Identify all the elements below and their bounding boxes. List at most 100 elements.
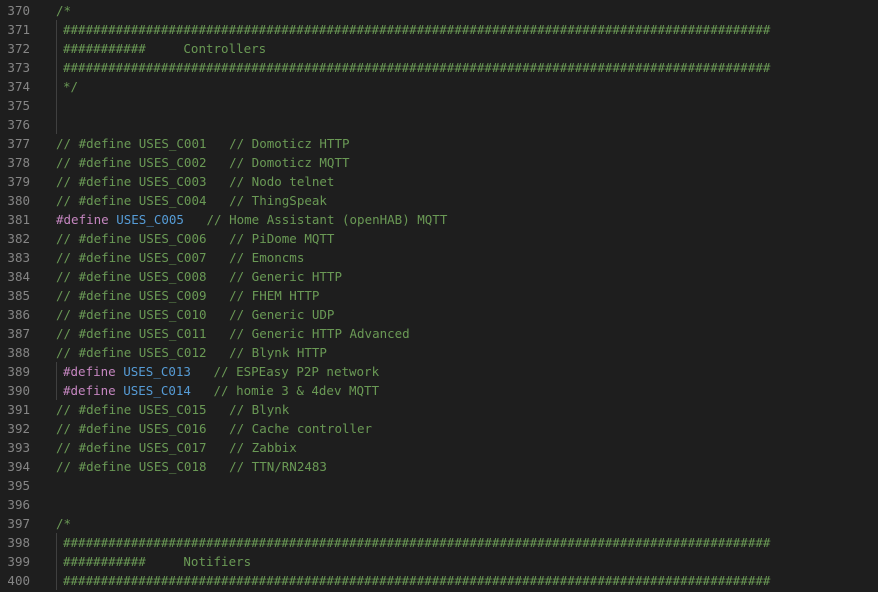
comment-token: // #define USES_C011 // Generic HTTP Adv… <box>56 326 410 341</box>
comment-token: // #define USES_C016 // Cache controller <box>56 421 373 436</box>
indent-guide <box>56 20 57 39</box>
indent-guide <box>56 362 57 381</box>
code-line[interactable]: 387 // #define USES_C011 // Generic HTTP … <box>0 324 878 343</box>
code-line[interactable]: 370 /* <box>0 1 878 20</box>
code-line[interactable]: 394 // #define USES_C018 // TTN/RN2483 <box>0 457 878 476</box>
code-text: // #define USES_C017 // Zabbix <box>56 438 297 457</box>
code-line[interactable]: 376 <box>0 115 878 134</box>
line-number: 390 <box>7 383 30 398</box>
code-line[interactable]: 371 #####################################… <box>0 20 878 39</box>
code-text: #define USES_C005 // Home Assistant (ope… <box>56 210 447 229</box>
code-line[interactable]: 398 #####################################… <box>0 533 878 552</box>
line-number: 400 <box>7 573 30 588</box>
code-editor[interactable]: 370 /* 371 ################################… <box>0 0 878 592</box>
code-line[interactable]: 383 // #define USES_C007 // Emoncms <box>0 248 878 267</box>
line-number: 389 <box>7 364 30 379</box>
comment-token: // #define USES_C012 // Blynk HTTP <box>56 345 327 360</box>
code-line[interactable]: 381 #define USES_C005 // Home Assistant (… <box>0 210 878 229</box>
code-text: // #define USES_C009 // FHEM HTTP <box>56 286 319 305</box>
code-line[interactable]: 389 #define USES_C013 // ESPEasy P2P netw… <box>0 362 878 381</box>
line-number: 375 <box>7 98 30 113</box>
line-number: 384 <box>7 269 30 284</box>
code-line[interactable]: 372 ########### Controllers <box>0 39 878 58</box>
comment-token: ########################################… <box>63 535 771 550</box>
code-line[interactable]: 373 #####################################… <box>0 58 878 77</box>
comment-token: // #define USES_C018 // TTN/RN2483 <box>56 459 327 474</box>
indent-guide <box>56 39 57 58</box>
code-text: // #define USES_C010 // Generic UDP <box>56 305 334 324</box>
line-number: 386 <box>7 307 30 322</box>
code-line[interactable]: 391 // #define USES_C015 // Blynk <box>0 400 878 419</box>
line-number: 373 <box>7 60 30 75</box>
code-line[interactable]: 377 // #define USES_C001 // Domoticz HTTP <box>0 134 878 153</box>
indent-guide <box>56 381 57 400</box>
code-line[interactable]: 378 // #define USES_C002 // Domoticz MQTT <box>0 153 878 172</box>
comment-token: // homie 3 & 4dev MQTT <box>213 383 380 398</box>
code-line[interactable]: 396 <box>0 495 878 514</box>
comment-token: // #define USES_C002 // Domoticz MQTT <box>56 155 350 170</box>
comment-token: // #define USES_C001 // Domoticz HTTP <box>56 136 350 151</box>
code-line[interactable]: 395 <box>0 476 878 495</box>
code-line[interactable]: 390 #define USES_C014 // homie 3 & 4dev M… <box>0 381 878 400</box>
code-text: // #define USES_C018 // TTN/RN2483 <box>56 457 327 476</box>
code-line[interactable]: 397 /* <box>0 514 878 533</box>
code-text: // #define USES_C016 // Cache controller <box>56 419 372 438</box>
code-line[interactable]: 380 // #define USES_C004 // ThingSpeak <box>0 191 878 210</box>
code-text: /* <box>56 1 71 20</box>
line-number: 377 <box>7 136 30 151</box>
code-line[interactable]: 375 <box>0 96 878 115</box>
line-number: 376 <box>7 117 30 132</box>
code-text: // #define USES_C008 // Generic HTTP <box>56 267 342 286</box>
line-number: 383 <box>7 250 30 265</box>
code-line[interactable]: 374 */ <box>0 77 878 96</box>
code-text: ########################################… <box>63 571 770 590</box>
comment-token: // #define USES_C009 // FHEM HTTP <box>56 288 320 303</box>
line-number: 396 <box>7 497 30 512</box>
code-line[interactable]: 399 ########### Notifiers <box>0 552 878 571</box>
line-number: 392 <box>7 421 30 436</box>
code-line[interactable]: 379 // #define USES_C003 // Nodo telnet <box>0 172 878 191</box>
code-text: ########################################… <box>63 533 770 552</box>
indent-guide <box>56 571 57 590</box>
comment-token: // #define USES_C008 // Generic HTTP <box>56 269 342 284</box>
line-number: 393 <box>7 440 30 455</box>
code-text: #define USES_C013 // ESPEasy P2P network <box>63 362 379 381</box>
code-line[interactable]: 392 // #define USES_C016 // Cache control… <box>0 419 878 438</box>
indent-guide <box>56 115 57 134</box>
line-number: 372 <box>7 41 30 56</box>
code-text: /* <box>56 514 71 533</box>
line-number: 387 <box>7 326 30 341</box>
code-text: // #define USES_C007 // Emoncms <box>56 248 304 267</box>
line-number: 385 <box>7 288 30 303</box>
comment-token: // #define USES_C004 // ThingSpeak <box>56 193 327 208</box>
line-number: 371 <box>7 22 30 37</box>
comment-token: /* <box>56 3 72 18</box>
line-number: 374 <box>7 79 30 94</box>
code-line[interactable]: 386 // #define USES_C010 // Generic UDP <box>0 305 878 324</box>
code-line[interactable]: 393 // #define USES_C017 // Zabbix <box>0 438 878 457</box>
code-text: ########################################… <box>63 58 770 77</box>
comment-token: // #define USES_C003 // Nodo telnet <box>56 174 335 189</box>
comment-token: // #define USES_C015 // Blynk <box>56 402 290 417</box>
code-line[interactable]: 400 #####################################… <box>0 571 878 590</box>
line-number: 397 <box>7 516 30 531</box>
preprocessor-directive: #define <box>63 364 116 379</box>
code-line[interactable]: 388 // #define USES_C012 // Blynk HTTP <box>0 343 878 362</box>
code-text: // #define USES_C006 // PiDome MQTT <box>56 229 334 248</box>
comment-token: */ <box>63 79 79 94</box>
code-line[interactable]: 384 // #define USES_C008 // Generic HTTP <box>0 267 878 286</box>
code-line[interactable]: 382 // #define USES_C006 // PiDome MQTT <box>0 229 878 248</box>
line-number: 382 <box>7 231 30 246</box>
indent-guide <box>56 77 57 96</box>
code-text: // #define USES_C004 // ThingSpeak <box>56 191 327 210</box>
macro-name: USES_C005 <box>116 212 184 227</box>
code-line[interactable]: 385 // #define USES_C009 // FHEM HTTP <box>0 286 878 305</box>
line-number: 379 <box>7 174 30 189</box>
comment-token: // Home Assistant (openHAB) MQTT <box>206 212 448 227</box>
indent-guide <box>56 96 57 115</box>
line-number: 381 <box>7 212 30 227</box>
indent-guide <box>56 552 57 571</box>
